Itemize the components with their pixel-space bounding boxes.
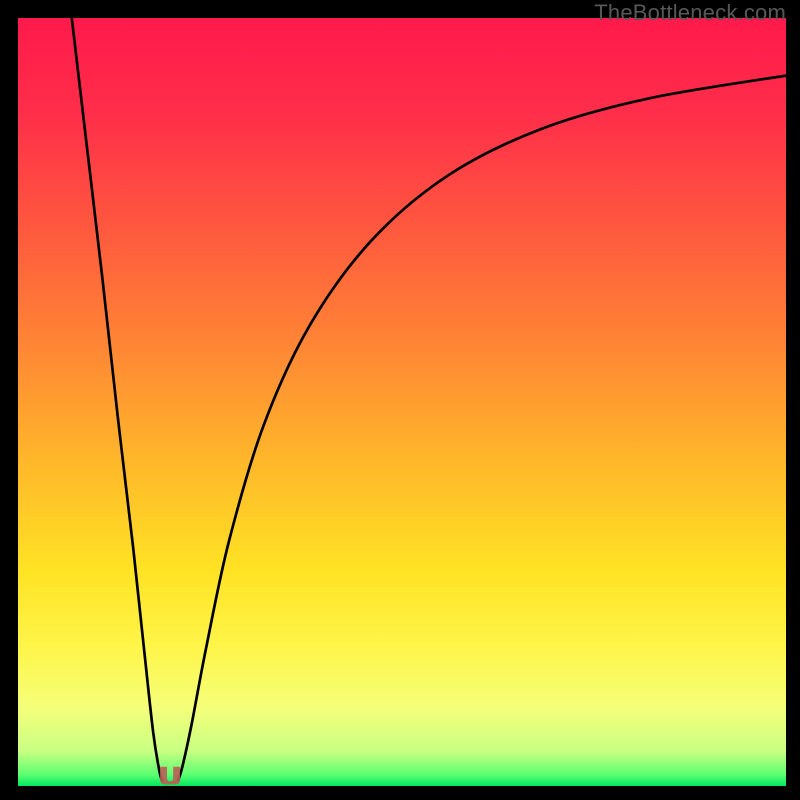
background-gradient bbox=[18, 18, 786, 786]
outer-frame: TheBottleneck.com bbox=[0, 0, 800, 800]
plot-area bbox=[18, 18, 786, 786]
watermark-text: TheBottleneck.com bbox=[594, 0, 786, 26]
